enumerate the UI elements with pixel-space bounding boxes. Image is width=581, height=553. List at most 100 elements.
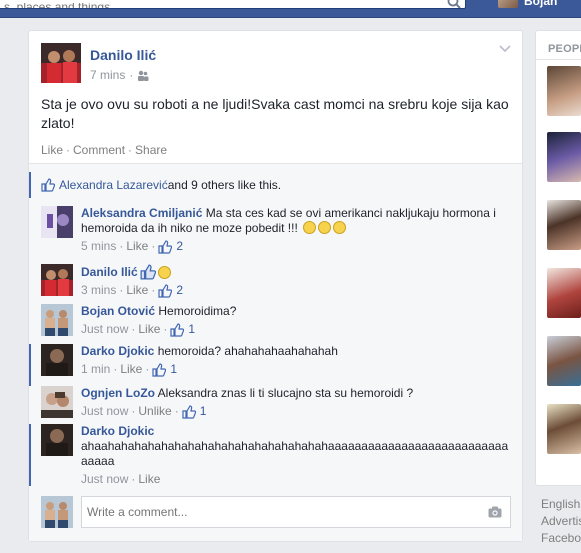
likes-text[interactable]: and 9 others like this. <box>168 178 281 192</box>
post-author[interactable]: Danilo Ilić <box>90 47 156 63</box>
search-box[interactable] <box>0 0 466 9</box>
post-card: Danilo Ilić 7 mins · Sta je ovo ovu su r… <box>28 30 523 542</box>
person-thumbnail[interactable] <box>547 66 581 116</box>
thumbs-up-icon <box>158 239 173 254</box>
comment-body: Darko Djokic hemoroida? ahahahahaahahaha… <box>81 344 511 377</box>
comment-text: ahaahahahahahahahahahahahahahahahahahaaa… <box>81 439 509 468</box>
comment-text: Hemoroidima? <box>158 304 237 318</box>
person-thumbnail[interactable] <box>547 200 581 250</box>
avatar <box>498 0 518 8</box>
comment-button[interactable]: Comment <box>73 143 125 157</box>
comment-like-count[interactable]: 1 <box>152 362 177 377</box>
comment-author[interactable]: Darko Djokic <box>81 424 154 438</box>
comment-like-count[interactable]: 2 <box>158 239 183 254</box>
comment-like-button[interactable]: Like <box>138 472 160 487</box>
comment-meta: 3 mins · Like · 2 <box>81 283 511 298</box>
like-button[interactable]: Like <box>41 143 63 157</box>
person-thumbnail[interactable] <box>547 268 581 318</box>
like-count-value: 2 <box>176 239 184 253</box>
meta-separator: · <box>163 322 168 336</box>
comment-like-count[interactable]: 1 <box>182 404 206 419</box>
comment-meta: Just now · Like <box>81 472 513 487</box>
comment-like-count[interactable]: 2 <box>158 283 183 298</box>
comment-like-button[interactable]: Like <box>126 283 148 298</box>
comment-meta: Just now · Like · 1 <box>81 322 511 337</box>
comment-body: Darko Djokic ahaahahahahahahahahahahahaha… <box>81 424 513 487</box>
comment-like-button[interactable]: Like <box>138 322 160 337</box>
comment-timestamp[interactable]: Just now <box>81 472 128 487</box>
comment-timestamp[interactable]: 5 mins <box>81 239 116 254</box>
comment-author[interactable]: Danilo Ilić <box>81 265 138 280</box>
footer-link-facebook[interactable]: Facebo <box>541 530 581 547</box>
meta-separator: · <box>131 472 136 486</box>
comment-body: Ognjen LoZo Aleksandra znas li ti slucaj… <box>81 386 511 419</box>
person-thumbnail[interactable] <box>547 336 581 386</box>
avatar[interactable] <box>41 206 73 238</box>
likes-summary: Alexandra Lazarević and 9 others like th… <box>29 172 522 198</box>
avatar[interactable] <box>41 264 73 296</box>
meta-separator: · <box>174 404 179 418</box>
comment-body: Aleksandra Cmiljanić Ma sta ces kad se o… <box>81 206 511 254</box>
comment-item: Bojan Otović Hemoroidima? Just now · Like ·… <box>29 304 522 338</box>
comment-timestamp[interactable]: 1 min <box>81 362 110 377</box>
avatar[interactable] <box>41 43 81 83</box>
comment-author[interactable]: Bojan Otović <box>81 304 155 318</box>
comment-meta: Just now · Unlike · 1 <box>81 404 511 419</box>
meta-separator: · <box>151 283 156 297</box>
comment-item: Ognjen LoZo Aleksandra znas li ti slucaj… <box>29 386 522 424</box>
comment-timestamp[interactable]: 3 mins <box>81 283 116 298</box>
post-timestamp[interactable]: 7 mins <box>90 68 125 82</box>
liker-name[interactable]: Alexandra Lazarević <box>59 178 168 192</box>
comment-author[interactable]: Darko Djokic <box>81 344 154 358</box>
comment-text: hemoroida? ahahahahaahahahah <box>157 344 338 358</box>
search-input[interactable] <box>0 2 440 8</box>
footer-link-language[interactable]: English <box>541 496 581 513</box>
comment-body: Danilo Ilić 3 mins · Like · 2 <box>81 264 511 298</box>
people-sidebar: PEOPLE <box>535 30 581 486</box>
person-thumbnail[interactable] <box>547 132 581 182</box>
profile-link[interactable]: Bojan <box>498 0 557 8</box>
divider <box>536 59 581 60</box>
comment-unlike-button[interactable]: Unlike <box>138 404 171 419</box>
comment-item: Aleksandra Cmiljanić Ma sta ces kad se o… <box>29 206 522 256</box>
comment-timestamp[interactable]: Just now <box>81 322 128 337</box>
avatar[interactable] <box>41 344 73 376</box>
comment-like-count[interactable]: 1 <box>170 322 195 337</box>
comment-input-box[interactable] <box>81 496 511 528</box>
comment-like-button[interactable]: Like <box>120 362 142 377</box>
share-button[interactable]: Share <box>135 143 167 157</box>
camera-icon[interactable] <box>488 506 502 518</box>
comment-item: Danilo Ilić 3 mins · Like · 2 <box>29 264 522 298</box>
comment-body: Bojan Otović Hemoroidima? Just now · Like ·… <box>81 304 511 337</box>
like-count-value: 2 <box>176 283 184 297</box>
footer-links: English Advertis Facebo <box>541 496 581 547</box>
comment-composer <box>29 496 522 532</box>
comment-meta: 1 min · Like · 1 <box>81 362 511 377</box>
meta-separator: · <box>119 239 124 253</box>
thumbs-up-icon <box>140 264 156 280</box>
comment-author[interactable]: Ognjen LoZo <box>81 386 155 400</box>
comment-timestamp[interactable]: Just now <box>81 404 128 419</box>
chevron-down-icon[interactable] <box>498 43 512 55</box>
friends-icon[interactable] <box>137 70 149 81</box>
avatar[interactable] <box>41 386 73 418</box>
avatar[interactable] <box>41 304 73 336</box>
person-thumbnail[interactable] <box>547 404 581 454</box>
top-navigation-bar: Bojan <box>0 0 581 18</box>
action-separator: · <box>128 143 133 157</box>
comment-author[interactable]: Aleksandra Cmiljanić <box>81 206 202 220</box>
comment-input[interactable] <box>82 497 472 527</box>
frown-emoji-icon <box>318 221 332 234</box>
comment-item: Darko Djokic hemoroida? ahahahahaahahaha… <box>29 344 522 386</box>
footer-link-advertising[interactable]: Advertis <box>541 513 581 530</box>
avatar[interactable] <box>41 424 73 456</box>
thumbs-up-icon <box>41 178 55 192</box>
meta-separator: · <box>131 404 136 418</box>
thumbs-up-icon <box>182 404 196 419</box>
search-icon[interactable] <box>447 0 461 9</box>
comment-like-button[interactable]: Like <box>126 239 148 254</box>
sidebar-title: PEOPLE <box>548 43 581 55</box>
post-actions: Like · Comment · Share <box>41 143 167 157</box>
comment-meta: 5 mins · Like · 2 <box>81 239 511 254</box>
action-separator: · <box>66 143 71 157</box>
